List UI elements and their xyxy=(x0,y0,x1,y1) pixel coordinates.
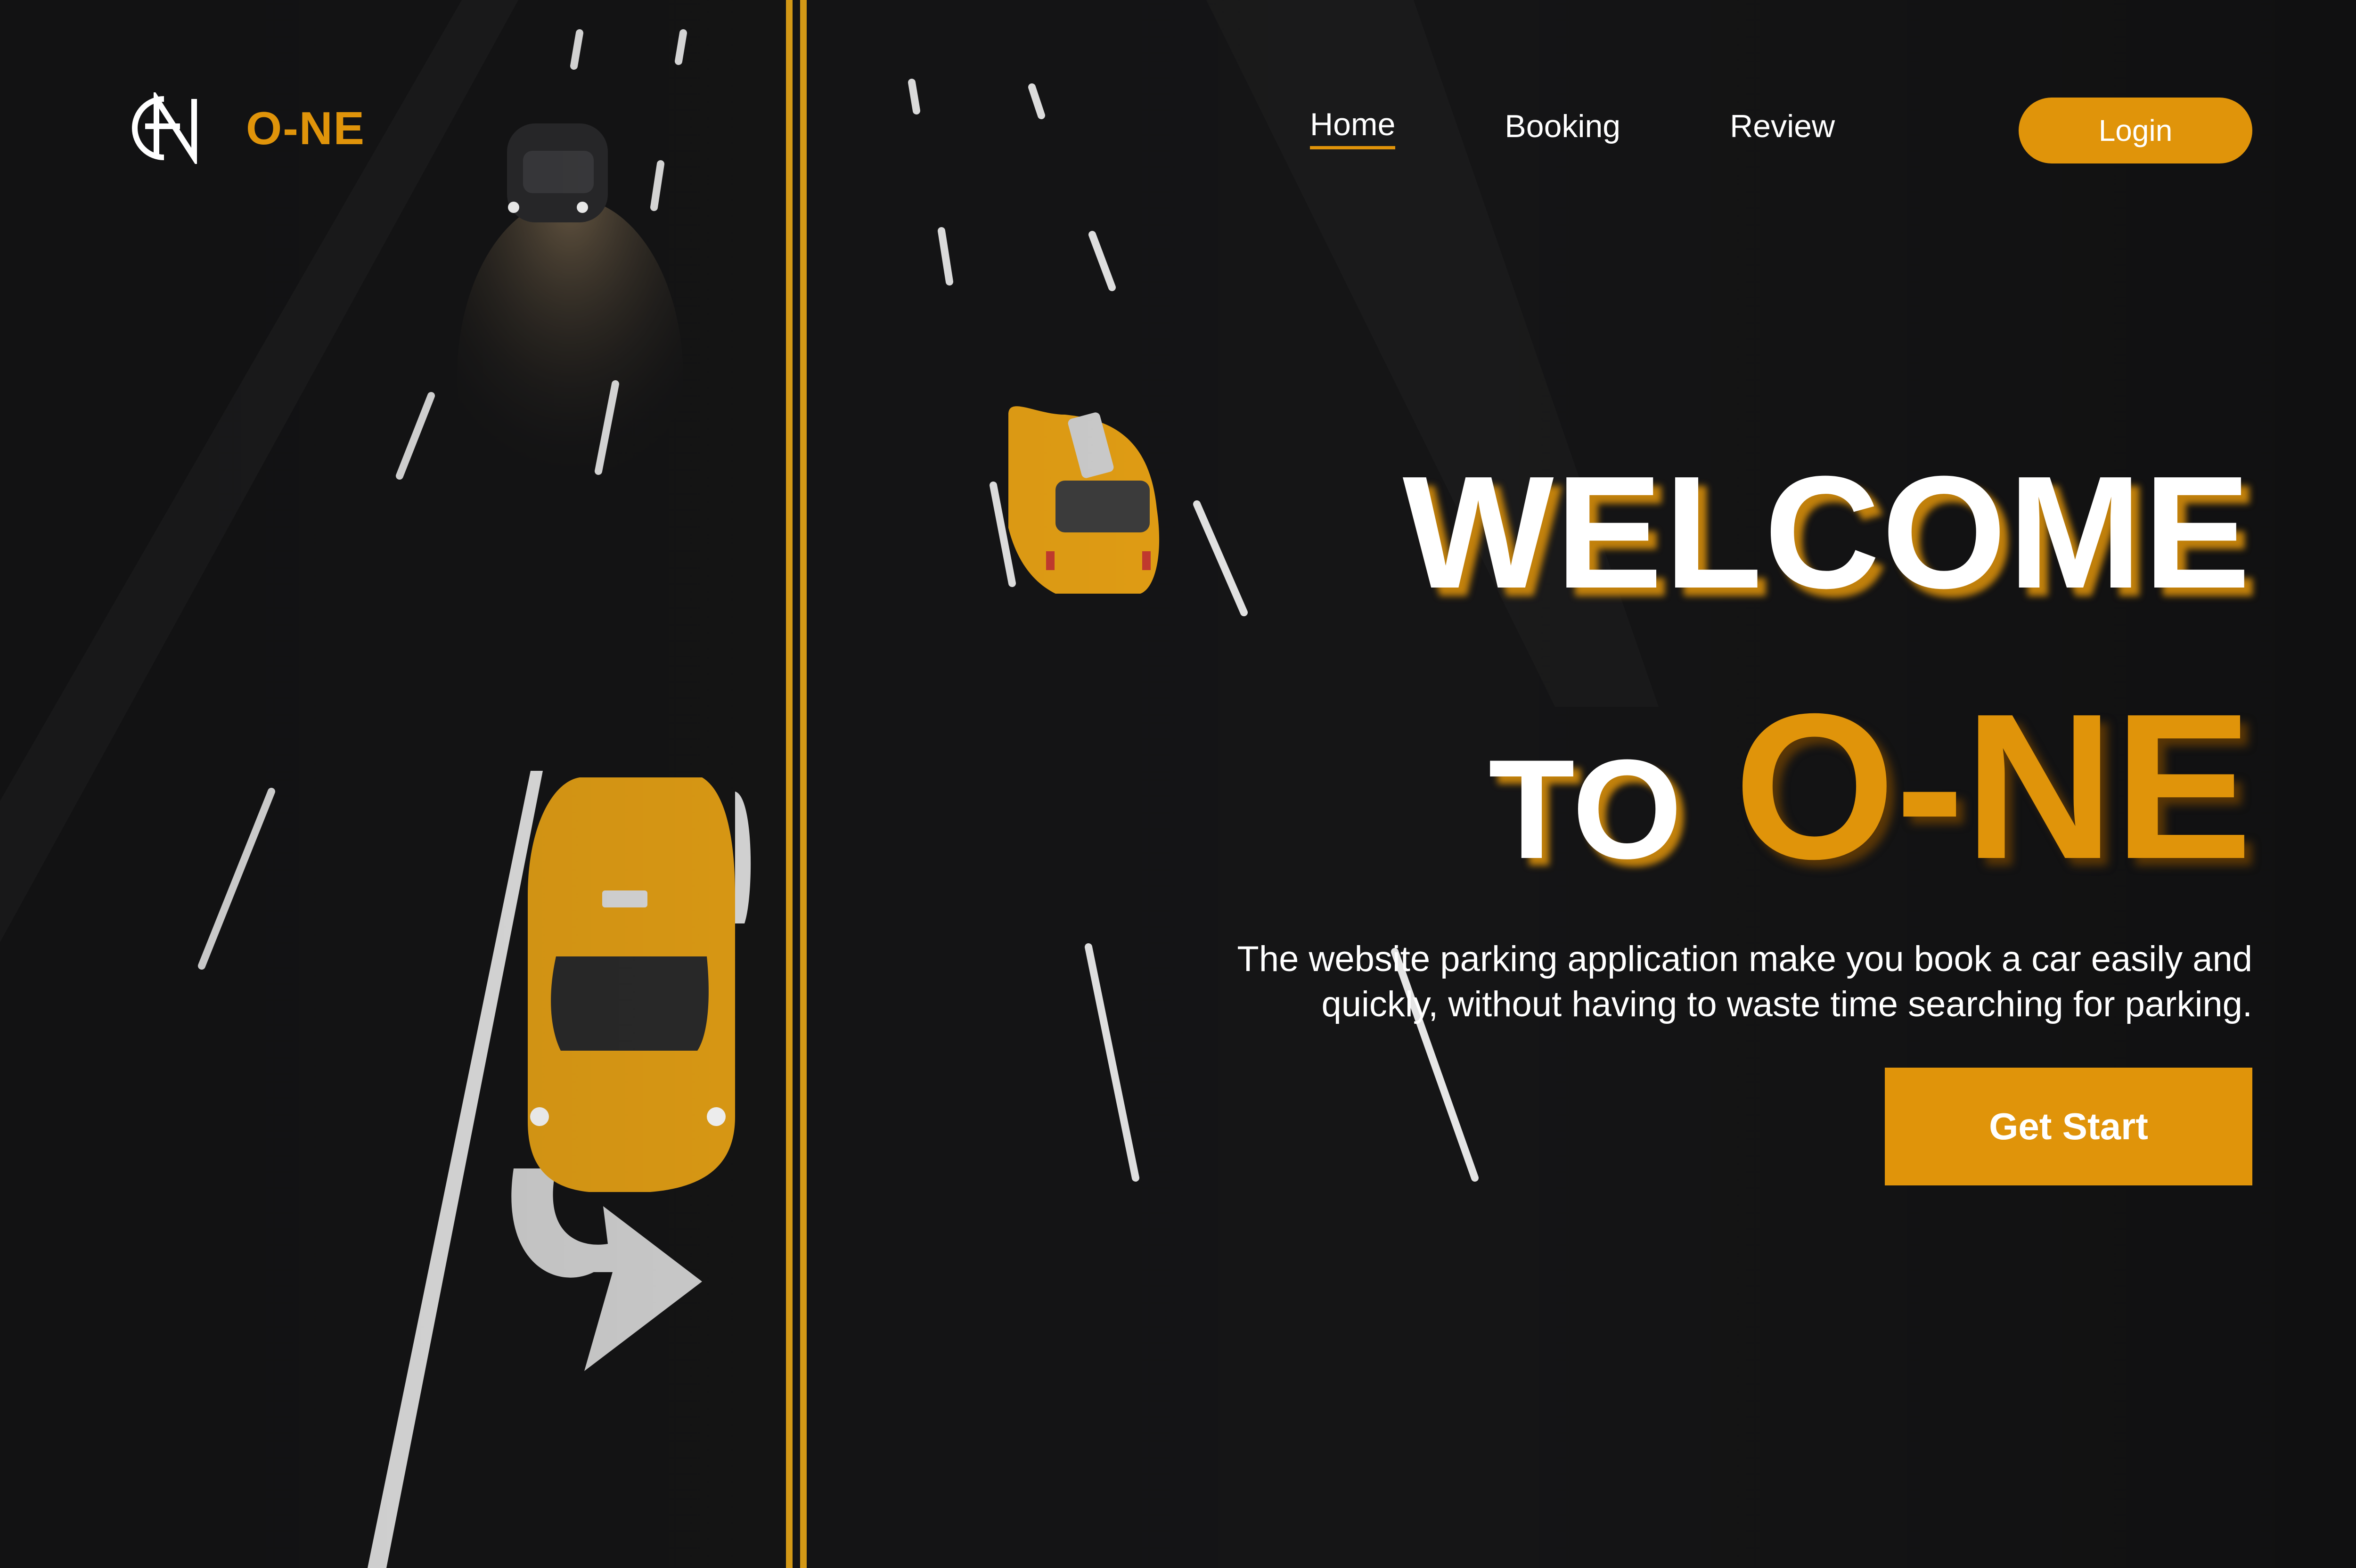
landing-page: O-NE Home Booking Review Login WELCOME T… xyxy=(0,0,2356,1568)
nav-link-review[interactable]: Review xyxy=(1730,110,1835,148)
main-nav: Home Booking Review xyxy=(1310,108,1944,149)
nav-link-home[interactable]: Home xyxy=(1310,108,1396,149)
nav-link-booking[interactable]: Booking xyxy=(1505,110,1620,148)
monogram-logo-icon xyxy=(132,92,197,164)
brand-logo[interactable]: O-NE xyxy=(123,92,365,164)
hero-description: The website parking application make you… xyxy=(1237,939,2252,1024)
headline-welcome: WELCOME xyxy=(1402,443,2252,622)
headline-to: TO xyxy=(1488,730,1682,888)
hero-headline: WELCOME TO O-NE xyxy=(1121,452,2252,890)
brand-name: O-NE xyxy=(246,102,365,154)
headline-brand: O-NE xyxy=(1734,671,2252,902)
login-button[interactable]: Login xyxy=(2019,98,2252,163)
get-start-button[interactable]: Get Start xyxy=(1885,1068,2252,1185)
headline-brand-line: TO O-NE xyxy=(1121,683,2252,890)
